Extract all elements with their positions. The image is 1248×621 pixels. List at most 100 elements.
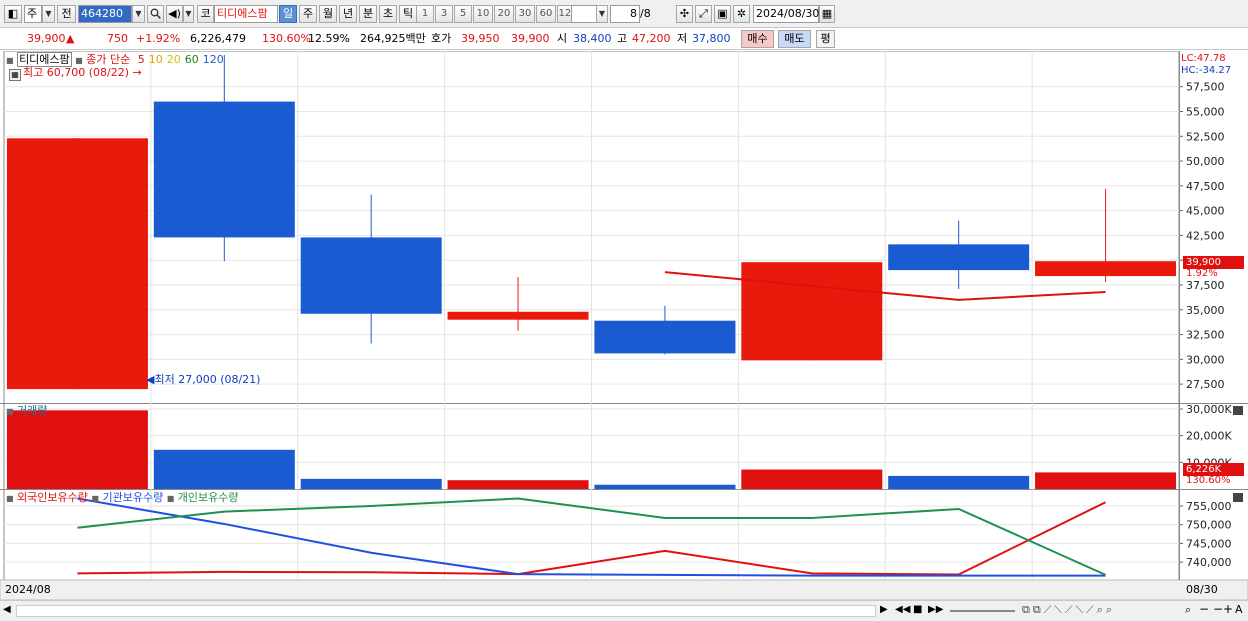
interval-button-60[interactable]: 60: [536, 5, 556, 23]
toolbar: ◧ 주 ▼ 전 464280 ▼ ◀) ▼ 코 티디에스팜 일주월년분초틱 13…: [0, 0, 1248, 28]
calendar-icon[interactable]: ▦: [819, 5, 835, 23]
interval-button-20[interactable]: 20: [494, 5, 514, 23]
chart-area[interactable]: 27,50030,00032,50035,00037,50040,00042,5…: [0, 50, 1248, 601]
chart-canvas[interactable]: 27,50030,00032,50035,00037,50040,00042,5…: [0, 50, 1248, 601]
crosshair-icon[interactable]: ✣: [676, 5, 693, 23]
volume-y-tick-label: 30,000K: [1186, 403, 1232, 416]
volume-rate-tag: 130.60%: [1186, 475, 1231, 486]
period-combo[interactable]: 주: [24, 5, 42, 23]
volume-bar: [888, 475, 1030, 489]
unit-combo-dropdown-icon[interactable]: ▼: [596, 5, 608, 23]
market-button[interactable]: 코: [197, 5, 214, 23]
ma-period-5[interactable]: 5: [138, 53, 145, 66]
legend-bullet-icon: ■: [6, 407, 14, 416]
volume-bar: [447, 480, 589, 489]
period-tab-0[interactable]: 일: [279, 5, 297, 23]
interval-button-1[interactable]: 1: [416, 5, 434, 23]
settings-icon[interactable]: ✲: [733, 5, 750, 23]
pane-close-icon[interactable]: [1233, 406, 1243, 415]
fast-forward-icon[interactable]: ▶▶: [928, 604, 943, 615]
volume-pane-title[interactable]: 거래량: [17, 404, 47, 417]
chart-tool-icons[interactable]: ⧉⧉⟋⟍⟋⟍⟋⌕⌕: [1022, 603, 1115, 617]
holdings-y-tick-label: 750,000: [1186, 519, 1232, 532]
holdings-y-tick-label: 755,000: [1186, 500, 1232, 513]
ma-period-10[interactable]: 10: [149, 53, 163, 66]
ma-period-120[interactable]: 120: [203, 53, 224, 66]
rewind-icon[interactable]: ◀◀: [895, 604, 910, 615]
candle-body: [741, 262, 883, 361]
ma-period-60[interactable]: 60: [185, 53, 199, 66]
zoom-out-icon[interactable]: −: [1199, 602, 1209, 616]
speaker-icon[interactable]: ◀): [166, 5, 183, 23]
candle-body: [300, 237, 442, 314]
table-icon[interactable]: ▦: [9, 69, 21, 81]
sell-button[interactable]: 매도: [778, 30, 811, 48]
zoom-in-icon[interactable]: +: [1223, 602, 1233, 616]
period-tab-1[interactable]: 주: [299, 5, 317, 23]
zoom-icon[interactable]: ⌕: [1185, 603, 1191, 617]
ma-period-20[interactable]: 20: [167, 53, 181, 66]
count-input[interactable]: 8: [610, 5, 640, 23]
ma-legend-label[interactable]: 종가 단순: [86, 53, 130, 66]
date-input[interactable]: 2024/08/30: [753, 5, 819, 23]
price-y-tick-label: 27,500: [1186, 378, 1225, 391]
candle-body: [6, 138, 148, 390]
pane-close-icon[interactable]: [1233, 493, 1243, 502]
period-tab-5[interactable]: 초: [379, 5, 397, 23]
trade-amount: 264,925백만: [360, 32, 426, 45]
legend-bullet-icon: ■: [6, 494, 14, 503]
zoom-slider[interactable]: [950, 610, 1015, 612]
volume-bar: [594, 484, 736, 489]
legend-foreign-holdings[interactable]: 외국인보유수량: [17, 491, 88, 504]
unit-combo[interactable]: [571, 5, 597, 23]
price-change: 750: [107, 32, 128, 45]
price-y-tick-label: 57,500: [1186, 81, 1225, 94]
period-tab-4[interactable]: 분: [359, 5, 377, 23]
search-icon[interactable]: [147, 5, 164, 23]
auto-scale-icon[interactable]: A: [1235, 603, 1243, 616]
period-tab-6[interactable]: 틱: [399, 5, 417, 23]
x-axis-bar: [0, 579, 1248, 601]
quote-bar: 39,900 ▲ 750 +1.92% 6,226,479 130.60% 12…: [0, 28, 1248, 50]
speaker-dropdown-icon[interactable]: ▼: [183, 5, 194, 23]
volume-bar: [741, 469, 883, 489]
minus-icon[interactable]: −: [1213, 602, 1223, 616]
hc-label: HC:-34.27: [1181, 65, 1232, 76]
interval-button-3[interactable]: 3: [435, 5, 453, 23]
volume-bar: [1035, 472, 1177, 489]
ask-price-2: 39,900: [511, 32, 550, 45]
horizontal-scrollbar[interactable]: [16, 605, 876, 617]
interval-button-5[interactable]: 5: [454, 5, 472, 23]
scroll-left-icon[interactable]: ◀: [3, 604, 11, 615]
price-pane-title[interactable]: 티디에스팜: [17, 52, 72, 67]
avg-button[interactable]: 평: [816, 30, 835, 48]
period-tab-3[interactable]: 년: [339, 5, 357, 23]
draw-tool-icon[interactable]: ⤢: [695, 5, 712, 23]
lc-label: LC:47.78: [1181, 53, 1226, 64]
high-marker-text: 최고 60,700 (08/22): [23, 66, 130, 79]
x-axis-start-label: 2024/08: [5, 583, 51, 596]
candle-body: [153, 101, 295, 238]
save-icon[interactable]: ▣: [714, 5, 731, 23]
window-menu-icon[interactable]: ◧: [4, 5, 22, 23]
price-y-tick-label: 52,500: [1186, 130, 1225, 143]
stock-code-input[interactable]: 464280: [78, 5, 132, 23]
stop-icon[interactable]: ■: [913, 604, 922, 615]
price-y-tick-label: 37,500: [1186, 279, 1225, 292]
interval-button-10[interactable]: 10: [473, 5, 493, 23]
price-y-tick-label: 45,000: [1186, 205, 1225, 218]
interval-button-30[interactable]: 30: [515, 5, 535, 23]
holdings-y-tick-label: 745,000: [1186, 537, 1232, 550]
scroll-right-icon[interactable]: ▶: [880, 604, 888, 615]
ask-label: 호가: [431, 32, 452, 45]
legend-institution-holdings[interactable]: 기관보유수량: [102, 491, 163, 504]
x-axis-end-label: 08/30: [1186, 583, 1218, 596]
period-combo-dropdown-icon[interactable]: ▼: [42, 5, 55, 23]
legend-individual-holdings[interactable]: 개인보유수량: [178, 491, 239, 504]
open-price: 38,400: [573, 32, 612, 45]
stock-code-dropdown-icon[interactable]: ▼: [132, 5, 145, 23]
period-tab-2[interactable]: 월: [319, 5, 337, 23]
volume-value: 6,226,479: [190, 32, 246, 45]
buy-button[interactable]: 매수: [741, 30, 774, 48]
prev-button[interactable]: 전: [57, 5, 76, 23]
